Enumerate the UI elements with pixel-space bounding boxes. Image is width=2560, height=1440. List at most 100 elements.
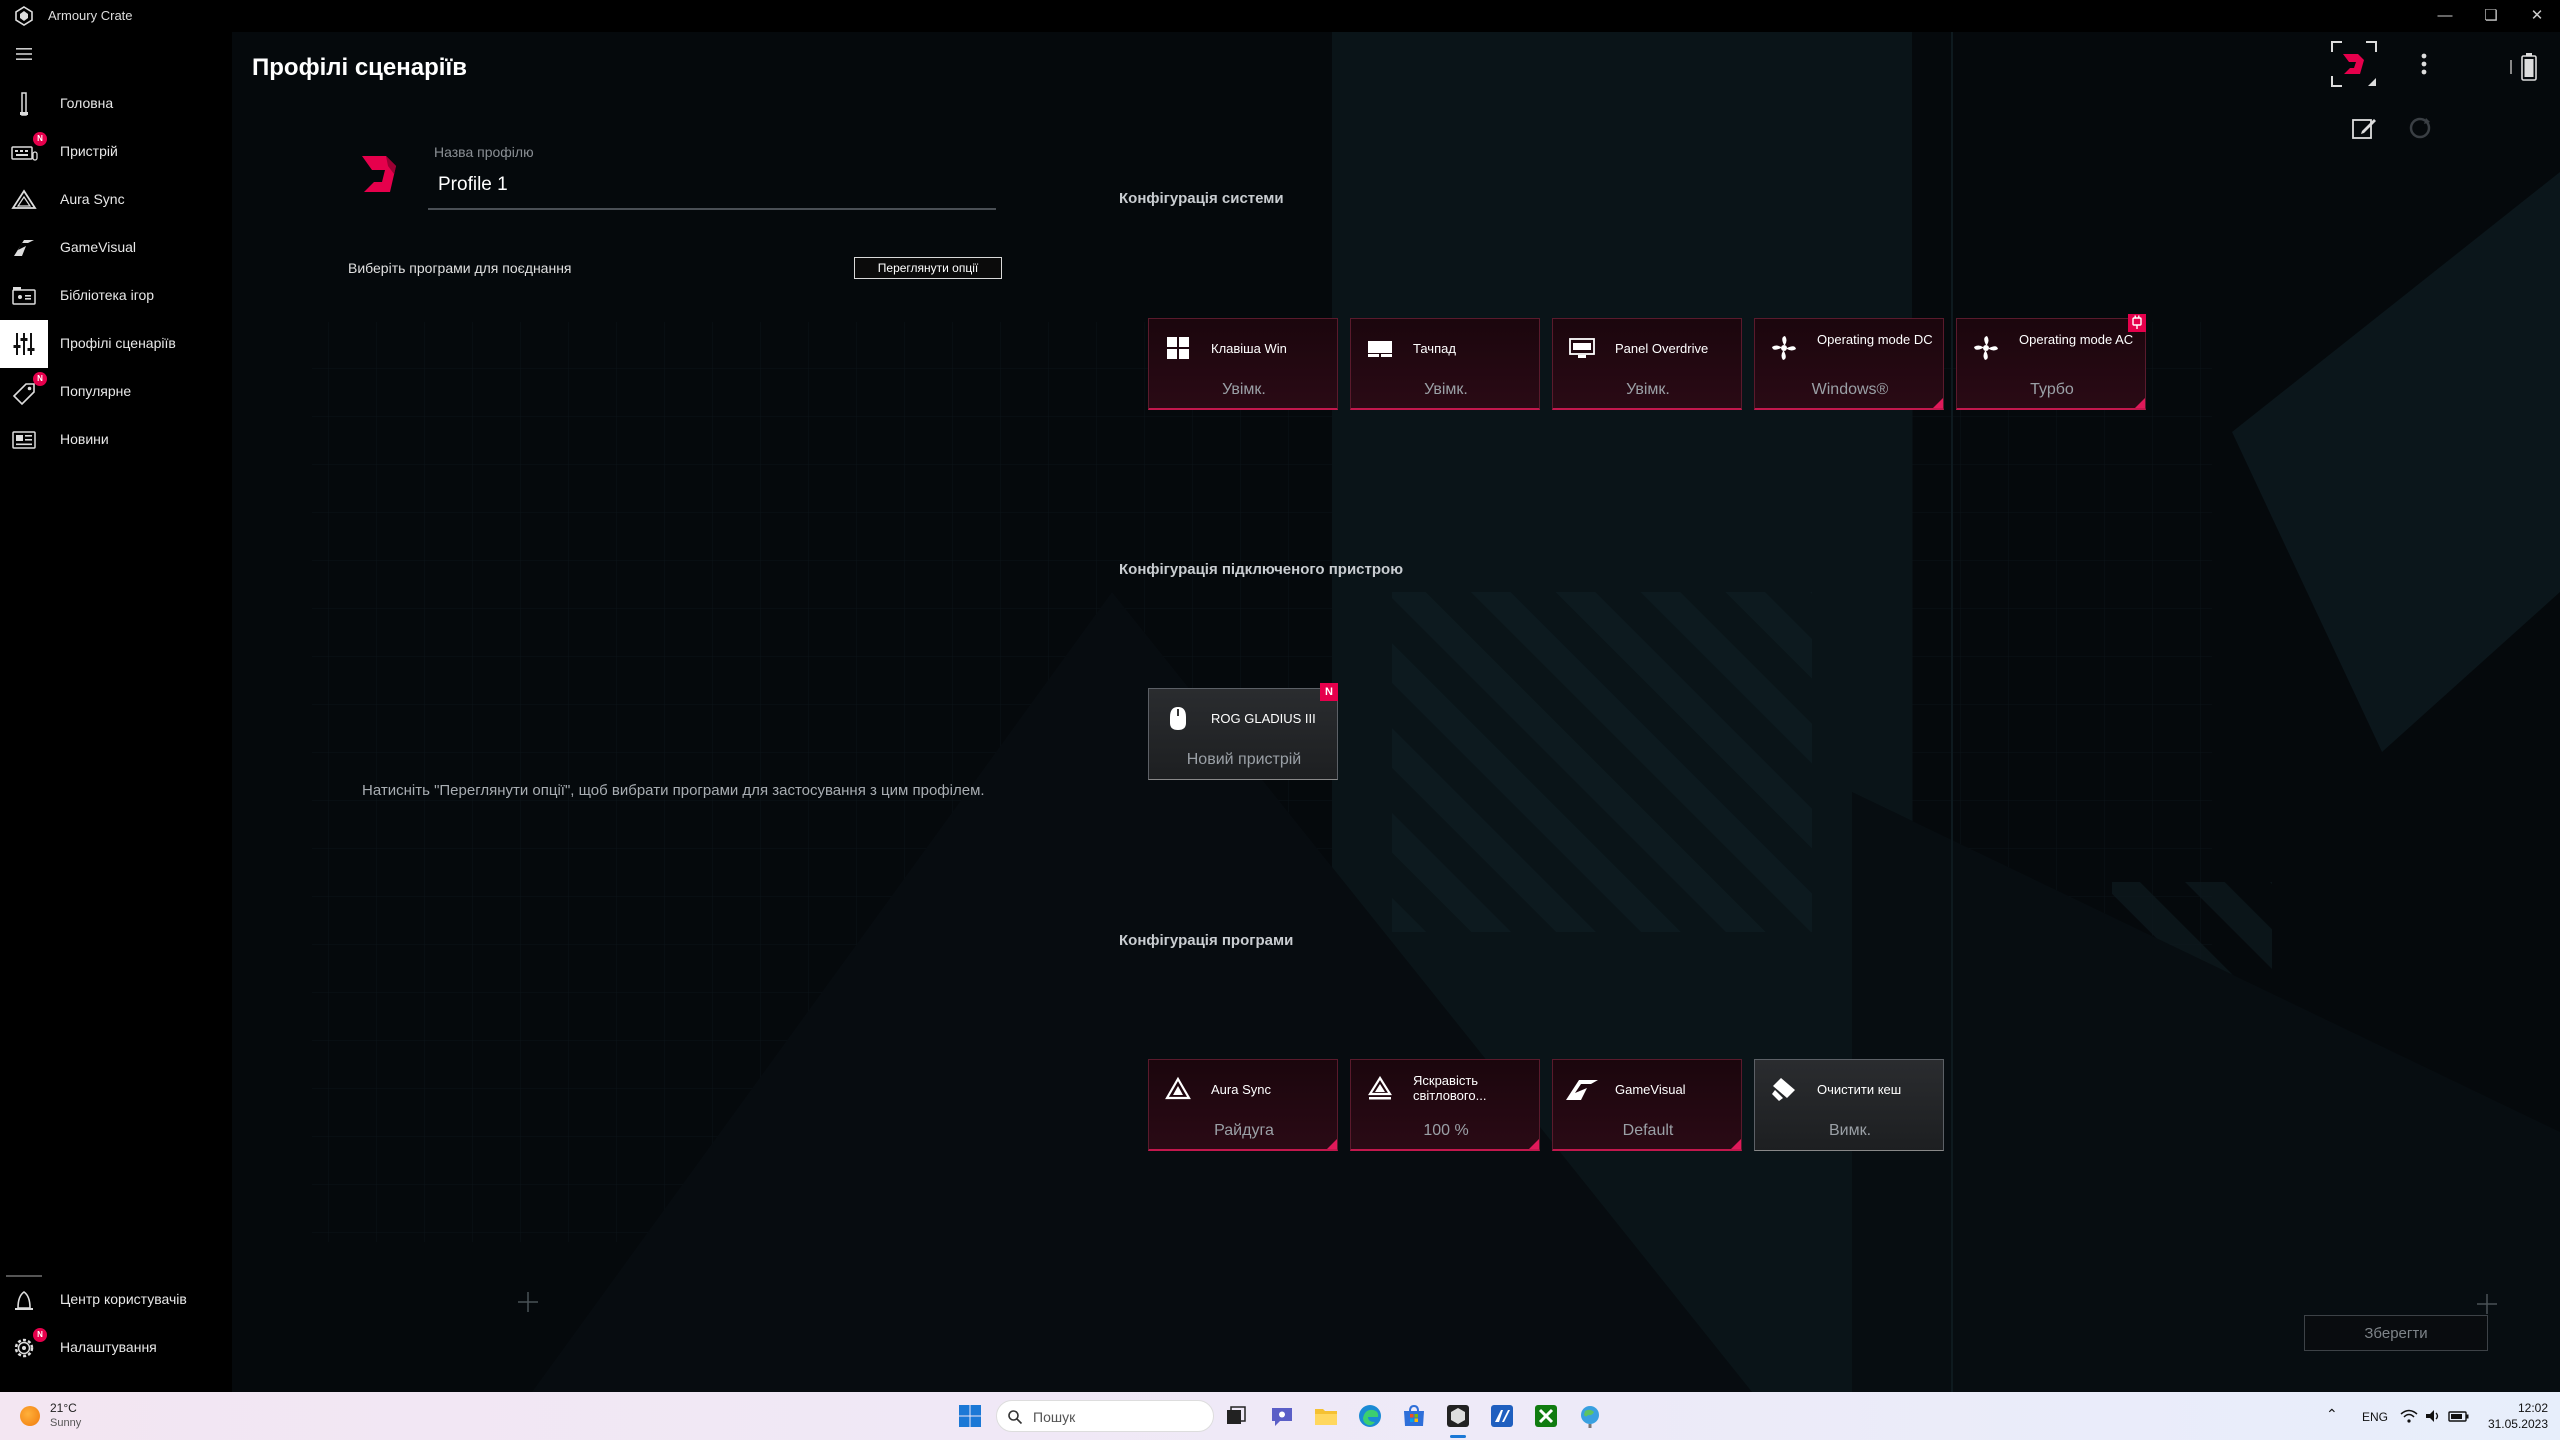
task-view-icon[interactable]	[1222, 1402, 1250, 1430]
card-operating-mode-ac[interactable]: Operating mode AC Турбо	[1956, 314, 2146, 410]
home-icon	[20, 92, 28, 116]
card-touchpad[interactable]: Тачпад Увімк.	[1350, 318, 1540, 410]
profile-switch-icon[interactable]	[2330, 40, 2378, 88]
sidebar-item-news[interactable]: Новини	[0, 416, 232, 464]
teams-chat-icon[interactable]	[1268, 1402, 1296, 1430]
sidebar-item-label: Бібліотека ігор	[60, 287, 155, 303]
sidebar-item-game-library[interactable]: Бібліотека ігор	[0, 272, 232, 320]
sidebar-item-label: Aura Sync	[60, 191, 125, 207]
sidebar-item-aura-sync[interactable]: Aura Sync	[0, 176, 232, 224]
sidebar-item-label: Новини	[60, 431, 109, 447]
battery-tray-icon[interactable]	[2448, 1407, 2470, 1425]
weather-condition[interactable]: Sunny	[50, 1417, 81, 1429]
card-title: Operating mode DC	[1817, 332, 1933, 347]
choose-programs-label: Виберіть програми для поєднання	[348, 260, 572, 276]
card-operating-mode-dc[interactable]: Operating mode DC Windows®	[1754, 318, 1944, 410]
sidebar-item-user-center[interactable]: Центр користувачів	[0, 1276, 232, 1324]
search-icon	[1008, 1410, 1023, 1425]
active-app-indicator	[1450, 1435, 1466, 1438]
close-button[interactable]: ✕	[2514, 0, 2560, 32]
start-icon[interactable]	[956, 1402, 984, 1430]
battery-icon	[2510, 53, 2537, 81]
card-rog-gladius[interactable]: ROG GLADIUS III Новий пристрій N	[1148, 683, 1338, 780]
card-title: Тачпад	[1413, 341, 1456, 356]
card-title: ROG GLADIUS III	[1211, 711, 1316, 726]
card-value: Райдуга	[1214, 1122, 1274, 1139]
minimize-button[interactable]: —	[2422, 0, 2468, 32]
sidebar-item-featured[interactable]: N Популярне	[0, 368, 232, 416]
sidebar-item-devices[interactable]: N Пристрій	[0, 128, 232, 176]
new-badge: N	[33, 1328, 47, 1342]
sidebar-item-label: GameVisual	[60, 239, 137, 255]
fan-icon	[1772, 336, 1796, 360]
card-title: Клавіша Win	[1211, 341, 1287, 356]
view-options-button[interactable]: Переглянути опції	[854, 257, 1002, 279]
sidebar-item-label: Налаштування	[60, 1339, 157, 1355]
gamevisual-icon	[1566, 1080, 1598, 1100]
file-explorer-icon[interactable]	[1312, 1402, 1340, 1430]
clock-date[interactable]: 31.05.2023	[2480, 1417, 2548, 1431]
globe-app-icon[interactable]	[1576, 1402, 1604, 1430]
aura-sync-icon	[11, 189, 37, 209]
card-aura-sync[interactable]: Aura Sync Райдуга	[1148, 1059, 1338, 1151]
card-clear-cache[interactable]: Очистити кеш Вимк.	[1754, 1059, 1944, 1151]
weather-sun-icon[interactable]	[20, 1406, 40, 1426]
sidebar-item-home[interactable]: Головна	[0, 80, 232, 128]
restore-button[interactable]: ❏	[2468, 0, 2514, 32]
section-title-device: Конфігурація підключеного пристрою	[1119, 561, 1404, 578]
user-center-icon	[15, 1291, 33, 1310]
more-options-icon[interactable]	[2412, 50, 2436, 78]
volume-icon[interactable]	[2424, 1407, 2442, 1425]
reset-icon[interactable]	[2406, 114, 2434, 142]
sliders-icon	[13, 333, 35, 355]
hamburger-menu-icon[interactable]	[14, 44, 34, 64]
section-title-program: Конфігурація програми	[1119, 932, 1294, 949]
card-gamevisual[interactable]: GameVisual Default	[1552, 1059, 1742, 1151]
wifi-icon[interactable]	[2400, 1407, 2418, 1425]
sidebar-item-settings[interactable]: N Налаштування	[0, 1324, 232, 1372]
sidebar-item-label: Популярне	[60, 383, 132, 399]
card-title: Очистити кеш	[1817, 1082, 1902, 1097]
page-title: Профілі сценаріїв	[252, 54, 467, 81]
windows-taskbar: 21°C Sunny Пошук ⌃ ENG 12:02 31.05.2023	[0, 1392, 2560, 1440]
armoury-crate-taskbar-icon[interactable]	[1444, 1402, 1472, 1430]
gamevisual-icon	[14, 240, 34, 256]
profile-logo-icon	[362, 156, 396, 192]
card-aura-brightness[interactable]: Яскравість світлового... 100 %	[1350, 1059, 1540, 1151]
clock-time[interactable]: 12:02	[2508, 1401, 2548, 1415]
profile-name-input[interactable]: Profile 1	[438, 174, 508, 196]
edit-icon[interactable]	[2350, 114, 2378, 142]
weather-temperature[interactable]: 21°C	[50, 1401, 77, 1415]
card-title: GameVisual	[1615, 1082, 1686, 1097]
sidebar-item-gamevisual[interactable]: GameVisual	[0, 224, 232, 272]
card-corner-indicator	[1327, 1139, 1337, 1149]
taskbar-search-input[interactable]: Пошук	[996, 1400, 1214, 1432]
microsoft-store-icon[interactable]	[1400, 1402, 1428, 1430]
edge-browser-icon[interactable]	[1356, 1402, 1384, 1430]
card-title: Operating mode AC	[2019, 332, 2134, 347]
sidebar-item-label: Профілі сценаріїв	[60, 335, 176, 351]
background-artwork	[232, 32, 2560, 1392]
new-badge: N	[33, 372, 47, 386]
panel-overdrive-icon	[1569, 338, 1595, 358]
card-value: Увімк.	[1424, 381, 1468, 398]
news-icon	[12, 431, 36, 449]
sidebar-item-scenario-profiles[interactable]: Профілі сценаріїв	[0, 320, 232, 368]
card-value: Windows®	[1811, 381, 1889, 398]
tray-chevron-icon[interactable]: ⌃	[2326, 1406, 2338, 1423]
card-corner-indicator	[1529, 1139, 1539, 1149]
mouse-icon	[1170, 707, 1186, 730]
save-button[interactable]: Зберегти	[2304, 1315, 2488, 1351]
card-corner-indicator	[1731, 1139, 1741, 1149]
sidebar: Головна N Пристрій Aura Sync GameVisual …	[0, 32, 232, 1392]
myasus-icon[interactable]	[1488, 1402, 1516, 1430]
hint-text: Натисніть "Переглянути опції", щоб вибра…	[362, 782, 985, 799]
card-corner-indicator	[1933, 398, 1943, 408]
input-language[interactable]: ENG	[2362, 1410, 2388, 1424]
card-title: Aura Sync	[1211, 1082, 1271, 1097]
card-win-key[interactable]: Клавіша Win Увімк.	[1148, 318, 1338, 410]
card-panel-overdrive[interactable]: Panel Overdrive Увімк.	[1552, 318, 1742, 410]
card-title: Panel Overdrive	[1615, 341, 1709, 356]
window-title: Armoury Crate	[48, 8, 133, 23]
xbox-icon[interactable]	[1532, 1402, 1560, 1430]
